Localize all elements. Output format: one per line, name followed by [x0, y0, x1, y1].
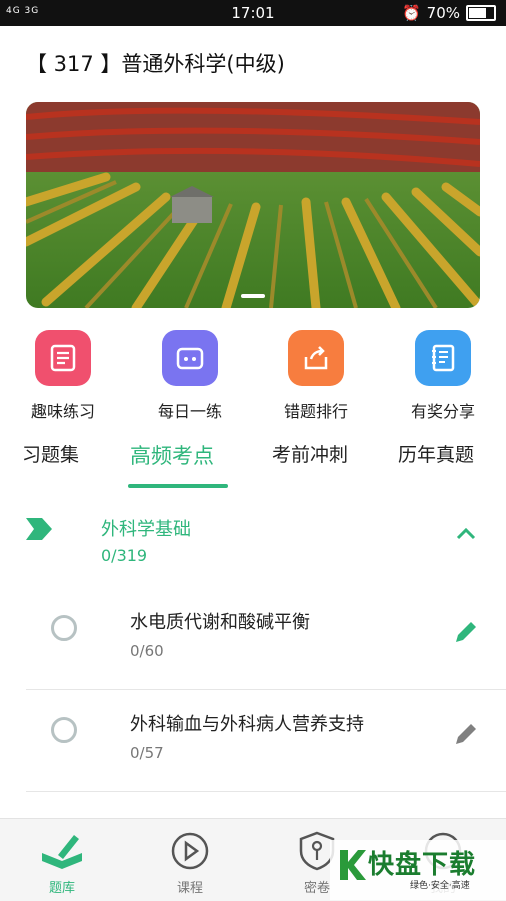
pencil-icon[interactable] — [452, 618, 480, 646]
calendar-icon — [162, 330, 218, 386]
play-circle-icon — [171, 832, 209, 870]
battery-percent: 70% — [426, 4, 460, 22]
page-title: 【 317 】普通外科学(中级) — [26, 52, 285, 76]
pencil-icon[interactable] — [452, 720, 480, 748]
quick-action-label: 错题排行 — [283, 402, 348, 421]
alarm-icon: ⏰ — [401, 4, 421, 22]
quick-action-fun-practice[interactable]: 趣味练习 — [13, 330, 113, 422]
watermark-k-icon — [340, 850, 366, 880]
checklist-icon — [35, 330, 91, 386]
quick-action-label: 趣味练习 — [30, 402, 95, 421]
quick-action-share-reward[interactable]: 有奖分享 — [393, 330, 493, 422]
item-title: 水电质代谢和酸碱平衡 — [130, 612, 310, 633]
chapter-progress: 0/319 — [101, 546, 148, 565]
quick-action-daily-practice[interactable]: 每日一练 — [140, 330, 240, 422]
chapter-header[interactable]: 外科学基础 0/319 — [0, 500, 506, 590]
item-title: 外科输血与外科病人营养支持 — [130, 714, 364, 735]
notebook-icon — [415, 330, 471, 386]
share-box-icon — [288, 330, 344, 386]
quick-action-label: 有奖分享 — [410, 402, 475, 421]
carousel-indicator[interactable] — [241, 294, 265, 298]
item-count: 0/60 — [130, 642, 164, 660]
progress-circle-icon — [51, 615, 77, 641]
nav-question-bank[interactable]: 题库 — [22, 831, 102, 896]
book-pen-icon — [42, 835, 82, 869]
nav-label: 题库 — [48, 881, 75, 896]
tab-pre-exam[interactable]: 考前冲刺 — [272, 440, 348, 467]
active-tab-indicator — [128, 484, 228, 488]
list-item[interactable]: 外科输血与外科病人营养支持 0/57 — [0, 692, 506, 792]
progress-circle-icon — [51, 717, 77, 743]
nav-courses[interactable]: 课程 — [150, 831, 230, 896]
watermark-logo: 快盘下载 绿色·安全·高速 — [330, 840, 506, 900]
quick-action-wrong-ranking[interactable]: 错题排行 — [266, 330, 366, 422]
quick-action-label: 每日一练 — [157, 402, 222, 421]
tab-high-frequency[interactable]: 高频考点 — [130, 440, 214, 470]
tab-past-exams[interactable]: 历年真题 — [398, 440, 474, 467]
watermark-brand: 快盘下载 — [368, 850, 477, 880]
chapter-title: 外科学基础 — [101, 519, 191, 540]
divider — [26, 689, 506, 690]
nav-label: 课程 — [176, 881, 203, 896]
watermark-tagline: 绿色·安全·高速 — [410, 881, 470, 891]
list-item[interactable]: 水电质代谢和酸碱平衡 0/60 — [0, 590, 506, 690]
chevron-up-icon[interactable] — [454, 526, 478, 542]
divider — [26, 791, 506, 792]
tab-exercise-set[interactable]: 习题集 — [22, 440, 79, 467]
item-count: 0/57 — [130, 744, 164, 762]
battery-icon — [466, 5, 496, 21]
status-bar: 4G 3G 17:01 ⏰ 70% — [0, 0, 506, 26]
category-tabs: 习题集 高频考点 考前冲刺 历年真题 — [0, 436, 506, 490]
chapter-flag-icon — [26, 518, 52, 540]
banner-image[interactable] — [26, 102, 480, 308]
